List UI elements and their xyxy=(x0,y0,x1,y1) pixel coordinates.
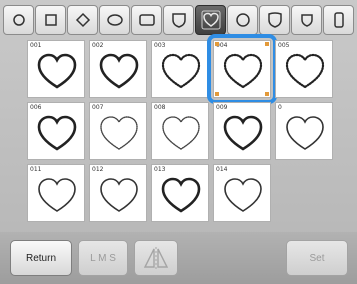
tall-rect-shape-icon xyxy=(333,12,344,28)
heart-frame-icon xyxy=(37,115,77,151)
heart-frame-icon xyxy=(161,177,201,213)
shape-tab-rounded-rect[interactable] xyxy=(131,5,162,35)
square-shape-icon xyxy=(44,14,57,26)
shape-category-bar xyxy=(3,5,354,35)
pattern-cell[interactable]: 006 xyxy=(27,102,85,160)
shape-tab-square[interactable] xyxy=(35,5,66,35)
pattern-cell[interactable]: 003 xyxy=(151,40,209,98)
pattern-cell[interactable]: 012 xyxy=(89,164,147,222)
pattern-number: 002 xyxy=(92,42,104,49)
heart-frame-icon xyxy=(99,53,139,89)
pattern-cell[interactable]: 007 xyxy=(89,102,147,160)
heart-frame-icon xyxy=(162,116,200,150)
pattern-cell[interactable]: 008 xyxy=(151,102,209,160)
shape-tab-circle-outline[interactable] xyxy=(227,5,258,35)
heart-frame-icon xyxy=(37,53,77,89)
pattern-cell[interactable]: 005 xyxy=(275,40,333,98)
shape-tab-circle[interactable] xyxy=(3,5,34,35)
return-button[interactable]: Return xyxy=(10,240,72,276)
crest-shape-icon xyxy=(267,12,282,28)
shield-shape-icon xyxy=(171,13,186,28)
pattern-cell[interactable]: 013 xyxy=(151,164,209,222)
pattern-number: 001 xyxy=(30,42,42,49)
pattern-number: 012 xyxy=(92,166,104,173)
shape-tab-tall-rect[interactable] xyxy=(323,5,354,35)
shape-tab-diamond[interactable] xyxy=(67,5,98,35)
pattern-number: 014 xyxy=(216,166,228,173)
selection-corner-marker xyxy=(265,92,269,96)
heart-frame-icon xyxy=(223,115,263,151)
circle-shape-icon xyxy=(12,14,25,26)
pattern-cell[interactable]: 014 xyxy=(213,164,271,222)
pattern-number: 003 xyxy=(154,42,166,49)
mirror-icon xyxy=(143,247,169,269)
shape-tab-shield-small[interactable] xyxy=(291,5,322,35)
heart-frame-icon xyxy=(100,116,138,150)
pattern-cell[interactable]: 0 xyxy=(275,102,333,160)
selection-corner-marker xyxy=(215,92,219,96)
shield-small-shape-icon xyxy=(300,14,313,27)
oval-shape-icon xyxy=(106,14,123,26)
pattern-cell[interactable]: 011 xyxy=(27,164,85,222)
heart-frame-icon xyxy=(285,53,325,89)
bottom-toolbar: Return L M S Set xyxy=(0,232,357,284)
diamond-shape-icon xyxy=(75,12,90,28)
heart-frame-selection-screen: 001 002 003 004 005 006 007 008 009 0 011 012 013 014… xyxy=(0,0,357,284)
pattern-number: 0 xyxy=(278,104,282,111)
pattern-number: 006 xyxy=(30,104,42,111)
scroll-area[interactable] xyxy=(340,40,352,230)
pattern-cell[interactable]: 001 xyxy=(27,40,85,98)
shape-tab-crest[interactable] xyxy=(259,5,290,35)
shape-tab-oval[interactable] xyxy=(99,5,130,35)
pattern-number: 008 xyxy=(154,104,166,111)
heart-frame-icon xyxy=(161,53,201,89)
pattern-number: 009 xyxy=(216,104,228,111)
heart-frame-icon xyxy=(38,178,76,212)
heart-frame-icon xyxy=(286,116,324,150)
heart-frame-icon xyxy=(224,178,262,212)
mirror-button[interactable] xyxy=(134,240,178,276)
shape-tab-heart[interactable] xyxy=(195,5,226,35)
pattern-grid: 001 002 003 004 005 006 007 008 009 0 011 012 013 014 xyxy=(27,34,337,230)
pattern-number: 011 xyxy=(30,166,42,173)
circle-outline-shape-icon xyxy=(235,13,250,27)
heart-shape-icon xyxy=(201,10,220,30)
pattern-number: 007 xyxy=(92,104,104,111)
heart-frame-icon xyxy=(100,178,138,212)
pattern-cell[interactable]: 009 xyxy=(213,102,271,160)
size-button[interactable]: L M S xyxy=(78,240,128,276)
selection-corner-marker xyxy=(265,42,269,46)
set-button[interactable]: Set xyxy=(286,240,348,276)
pattern-cell[interactable]: 002 xyxy=(89,40,147,98)
pattern-number: 005 xyxy=(278,42,290,49)
rounded-rect-shape-icon xyxy=(138,14,155,26)
selection-corner-marker xyxy=(215,42,219,46)
shape-tab-shield[interactable] xyxy=(163,5,194,35)
pattern-number: 013 xyxy=(154,166,166,173)
